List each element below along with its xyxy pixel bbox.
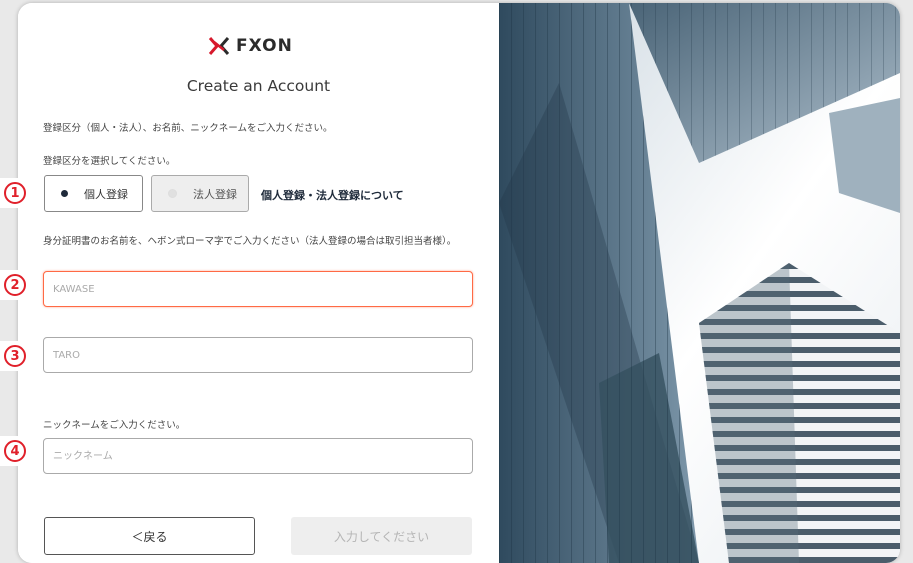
corporate-option-label: 法人登録	[193, 187, 237, 201]
form-panel: FXON Create an Account 登録区分（個人・法人）、お名前、ニ…	[18, 3, 499, 563]
page-title: Create an Account	[186, 77, 331, 95]
first-name-input[interactable]	[43, 337, 473, 373]
corporate-option-button[interactable]: 法人登録	[151, 175, 249, 212]
annotation-badge-2: 2	[0, 270, 30, 300]
annotation-badge-4: 4	[0, 436, 30, 466]
radio-unselected-icon	[168, 189, 177, 198]
building-illustration	[499, 3, 900, 563]
individual-option-label: 個人登録	[84, 187, 128, 201]
category-prompt: 登録区分を選択してください。	[43, 156, 176, 167]
back-button[interactable]: ＜戻る	[44, 517, 255, 555]
annotation-badge-3: 3	[0, 341, 30, 371]
individual-option-button[interactable]: 個人登録	[44, 175, 143, 212]
skyscraper-photo	[499, 3, 900, 563]
fxon-x-icon	[208, 37, 230, 55]
submit-button[interactable]: 入力してください	[291, 517, 472, 555]
radio-selected-icon	[61, 190, 68, 197]
last-name-input[interactable]	[43, 271, 473, 307]
about-registration-link[interactable]: 個人登録・法人登録について	[261, 187, 404, 203]
annotation-badge-1: 1	[0, 178, 30, 208]
signup-card: FXON Create an Account 登録区分（個人・法人）、お名前、ニ…	[18, 3, 900, 563]
logo-text: FXON	[236, 36, 293, 56]
name-instruction: 身分証明書のお名前を、ヘボン式ローマ字でご入力ください（法人登録の場合は取引担当…	[43, 236, 457, 247]
fxon-logo: FXON	[208, 35, 293, 57]
nickname-input[interactable]	[43, 438, 473, 474]
nickname-prompt: ニックネームをご入力ください。	[43, 420, 186, 431]
intro-text: 登録区分（個人・法人）、お名前、ニックネームをご入力ください。	[43, 123, 333, 134]
